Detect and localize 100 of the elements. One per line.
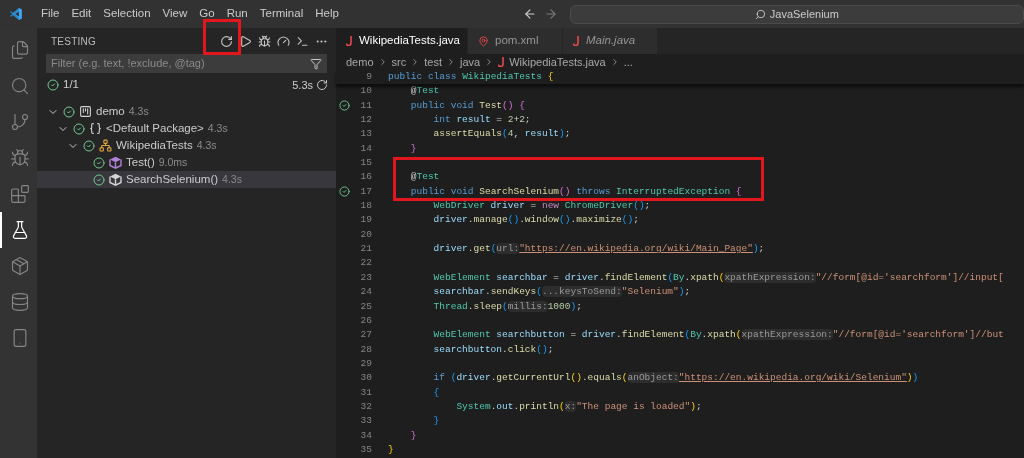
- code-line: public void Test() {: [409, 98, 525, 113]
- code-line: }: [388, 442, 394, 457]
- files-icon: [9, 40, 30, 60]
- package-icon: [9, 256, 30, 276]
- branch-icon: [9, 112, 30, 132]
- back-arrow-icon[interactable]: [522, 7, 537, 21]
- line-number: 25: [359, 299, 372, 314]
- code-line: int result = 2+2;: [432, 113, 531, 128]
- test-tree-item[interactable]: WikipediaTests 4.3s: [37, 137, 336, 154]
- braces-icon: [89, 122, 102, 135]
- menu-item[interactable]: Help: [309, 5, 345, 23]
- line-number: 9: [365, 70, 372, 84]
- tab-label: WikipediaTests.java: [359, 33, 460, 49]
- breadcrumb-item[interactable]: test: [424, 53, 442, 71]
- code-line: {: [432, 385, 440, 400]
- filter-icon[interactable]: [310, 57, 322, 70]
- sidebar-title: TESTING: [51, 34, 97, 49]
- gauge-icon[interactable]: [277, 34, 290, 48]
- line-number: 35: [359, 442, 372, 457]
- menu-item[interactable]: Edit: [65, 5, 98, 23]
- editor-tab[interactable]: Main.java: [563, 28, 658, 54]
- line-number: 23: [359, 270, 372, 285]
- java-file-icon: [498, 57, 506, 67]
- java-file-icon: [573, 36, 580, 46]
- line-number: 33: [359, 414, 372, 429]
- filter-field[interactable]: Filter (e.g. text, !exclude, @tag): [51, 55, 310, 72]
- bug-icon: [9, 148, 30, 168]
- filter-box[interactable]: Filter (e.g. text, !exclude, @tag): [46, 54, 327, 73]
- check-icon[interactable]: [338, 186, 350, 198]
- test-duration: 4.3s: [222, 171, 242, 187]
- code-line: searchbutton.click();: [432, 342, 554, 357]
- line-number: 30: [359, 371, 372, 386]
- check-icon[interactable]: [338, 100, 350, 112]
- code-line: }: [409, 428, 417, 443]
- bug-icon[interactable]: [258, 34, 271, 48]
- code-line: public class WikipediaTests {: [388, 70, 554, 84]
- line-number: 21: [359, 242, 372, 257]
- code-line: WebElement searchbutton = driver.findElement(By.xpath(xpathExpression:"//form[@id='searchform']//but: [432, 328, 1004, 343]
- pin-icon: [478, 35, 489, 47]
- test-label: SearchSelenium(): [126, 171, 219, 187]
- breadcrumb-item[interactable]: demo: [346, 53, 374, 71]
- test-tree-item[interactable]: <Default Package> 4.3s: [37, 120, 336, 137]
- test-label: demo: [96, 103, 125, 119]
- search-icon: [754, 8, 766, 20]
- java-file-icon: [346, 36, 353, 46]
- tab-label: Main.java: [586, 33, 636, 49]
- line-number: 12: [359, 113, 372, 128]
- code-line: searchbar.sendKeys(...keysToSend:"Selenium");: [432, 285, 691, 300]
- terminal-icon[interactable]: [296, 34, 309, 48]
- menu-item[interactable]: Go: [193, 5, 221, 23]
- breadcrumb-item[interactable]: WikipediaTests.java: [509, 53, 606, 71]
- line-number: 10: [359, 84, 372, 99]
- menu-item[interactable]: Run: [220, 5, 254, 23]
- test-tree-item[interactable]: demo 4.3s: [37, 103, 336, 120]
- code-line: driver.get(url:"https://en.wikipedia.org/wiki/Main_Page");: [432, 242, 765, 257]
- breadcrumb-item[interactable]: src: [391, 53, 407, 71]
- line-number: 26: [359, 313, 372, 328]
- menu-item[interactable]: View: [156, 5, 194, 23]
- test-label: WikipediaTests: [116, 137, 193, 153]
- line-number: 19: [359, 213, 372, 228]
- refresh-icon[interactable]: [220, 34, 233, 48]
- editor-tab[interactable]: WikipediaTests.java: [336, 28, 468, 54]
- rerun-icon[interactable]: [316, 79, 328, 91]
- code-line: System.out.println(x:"The page is loaded");: [455, 399, 702, 414]
- forward-arrow-icon[interactable]: [543, 7, 558, 21]
- menu-item[interactable]: Terminal: [253, 5, 310, 23]
- blocks-icon: [9, 184, 30, 204]
- line-number: 22: [359, 256, 372, 271]
- line-number: 13: [359, 127, 372, 142]
- command-center[interactable]: JavaSelenium: [569, 4, 1024, 24]
- line-number: 29: [359, 356, 372, 371]
- test-duration: 9.0ms: [158, 154, 188, 170]
- line-number: 16: [359, 170, 372, 185]
- breadcrumb-item[interactable]: ...: [623, 53, 633, 71]
- editor-tab[interactable]: pom.xml: [468, 28, 563, 54]
- class-icon: [99, 139, 112, 152]
- test-label: Test(): [126, 154, 155, 170]
- result-count: 1/1: [63, 77, 79, 93]
- code-line: @Test: [409, 170, 440, 185]
- database-icon: [9, 292, 30, 312]
- line-number: 34: [359, 428, 372, 443]
- play-icon[interactable]: [239, 34, 252, 48]
- line-number: 17: [359, 184, 372, 199]
- test-tree-item[interactable]: SearchSelenium() 4.3s: [37, 171, 336, 188]
- code-line: Thread.sleep(millis:1000);: [432, 299, 582, 314]
- breadcrumb-item[interactable]: java: [459, 53, 481, 71]
- menu-item[interactable]: Selection: [97, 5, 157, 23]
- line-number: 32: [359, 399, 372, 414]
- code-line: }: [432, 414, 440, 429]
- line-number: 18: [359, 199, 372, 214]
- search-icon: [9, 76, 30, 96]
- line-number: 27: [359, 328, 372, 343]
- menu-item[interactable]: File: [34, 5, 66, 23]
- tab-label: pom.xml: [495, 33, 539, 49]
- line-number: 20: [359, 227, 372, 242]
- code-line: }: [409, 141, 417, 156]
- highlight-box: [203, 19, 241, 55]
- line-number: 14: [359, 141, 372, 156]
- test-tree-item[interactable]: Test() 9.0ms: [37, 154, 336, 171]
- test-duration: 4.3s: [128, 103, 149, 119]
